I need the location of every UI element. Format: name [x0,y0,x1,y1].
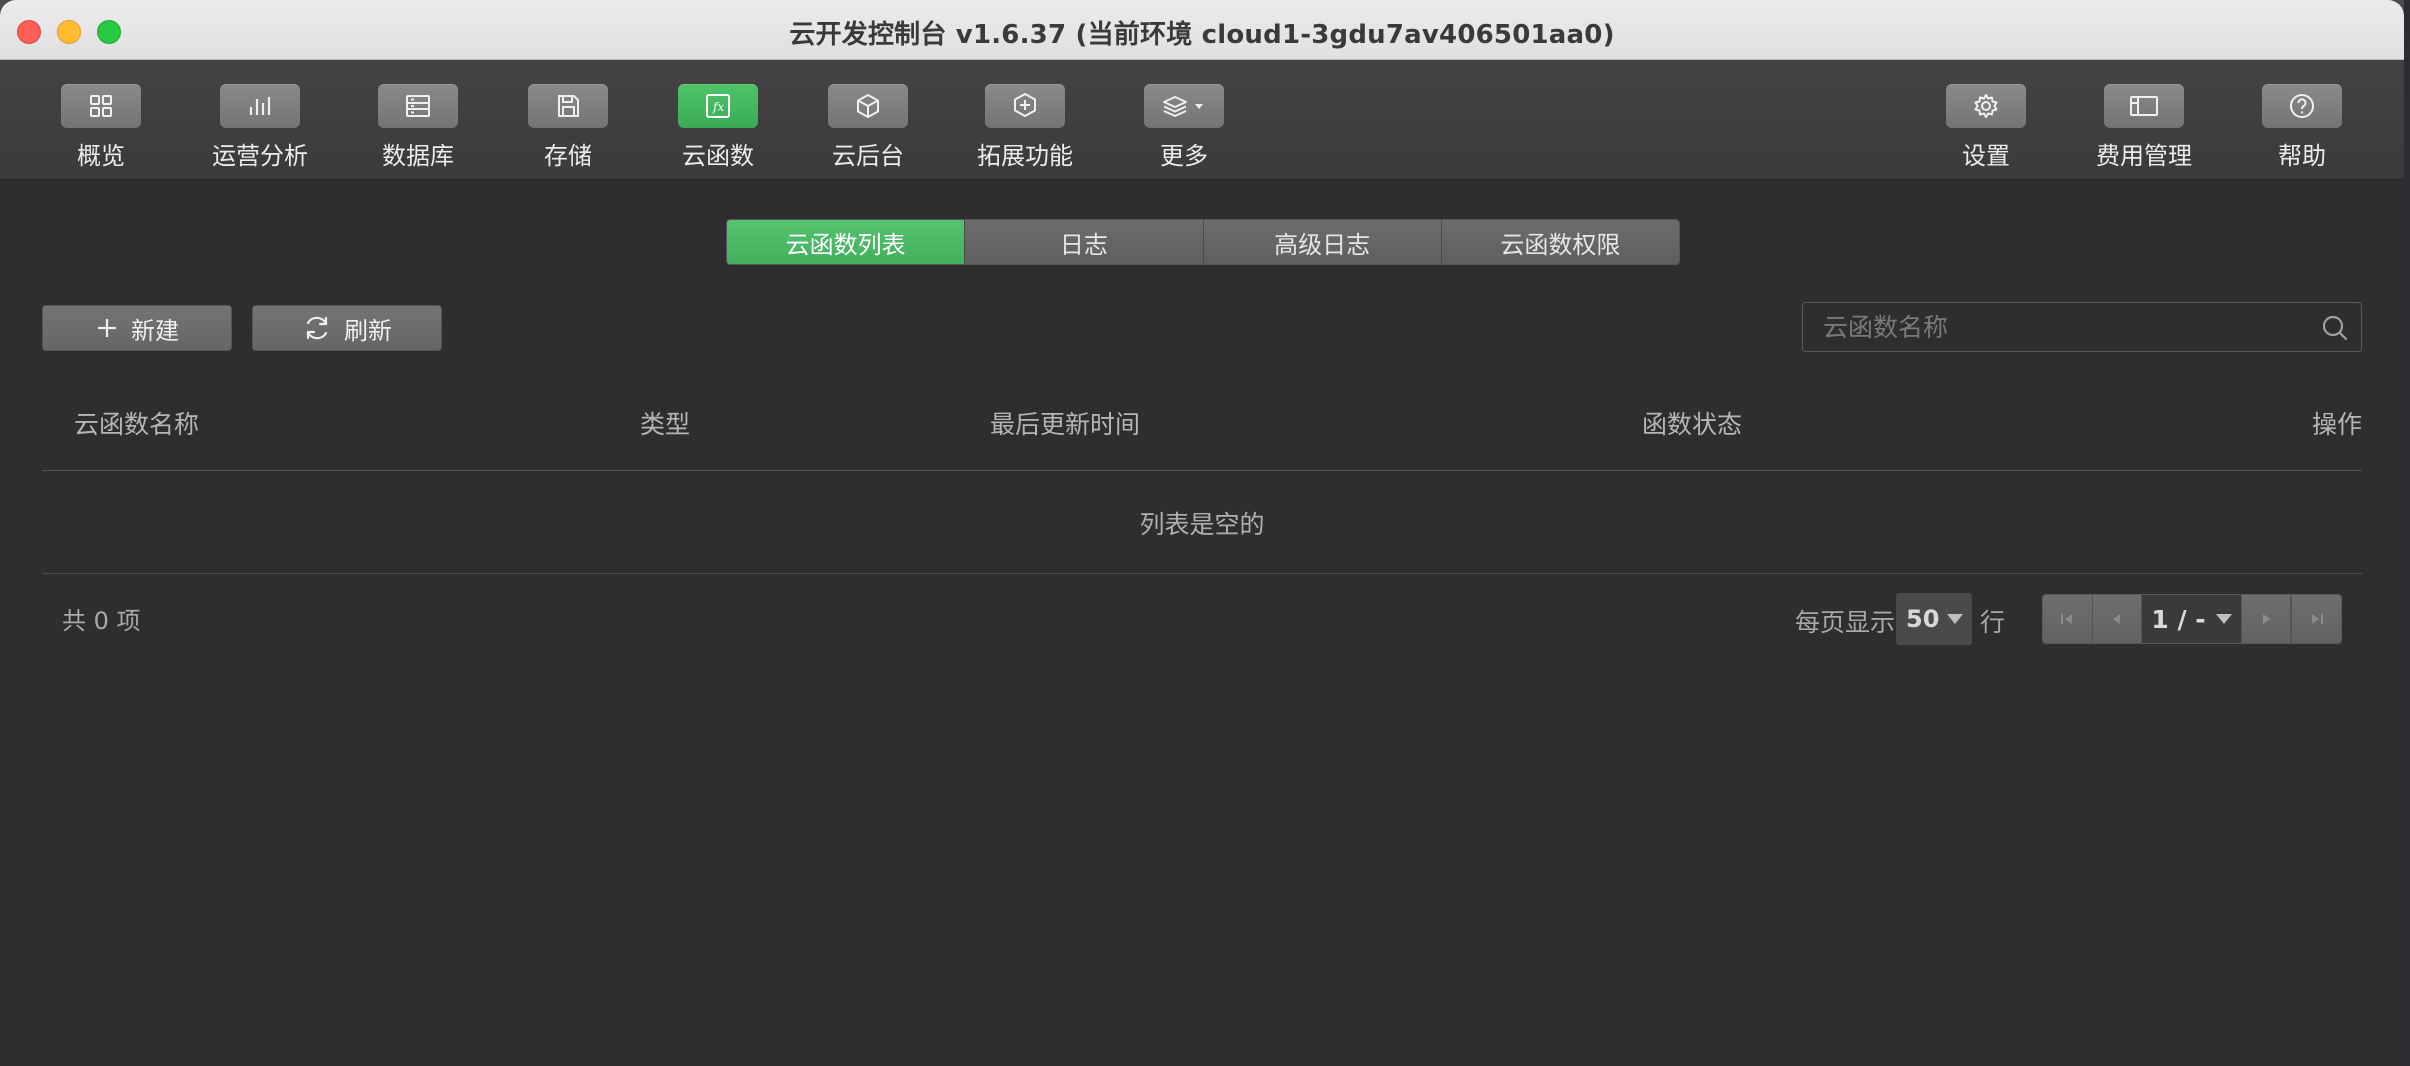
toolbar-button-cloud-backend[interactable] [828,84,908,128]
cube-icon [857,94,879,118]
empty-table-message: 列表是空的 [42,472,2362,574]
first-page-icon [2061,614,2073,624]
toolbar-label-database: 数据库 [382,142,454,170]
database-icon [406,95,430,117]
toolbar-item-cloud-backend[interactable]: 云后台 [808,84,928,174]
toolbar-button-overview[interactable] [61,84,141,128]
first-page-button[interactable] [2043,595,2093,643]
toolbar-item-help[interactable]: 帮助 [2242,84,2362,174]
page-indicator[interactable]: 1 / - [2142,595,2242,643]
column-header-name: 云函数名称 [74,410,200,439]
toolbar-item-cloud-functions[interactable]: fx 云函数 [658,84,778,174]
plus-icon [98,319,116,337]
toolbar-item-overview[interactable]: 概览 [41,84,161,174]
function-icon: fx [706,94,730,118]
save-icon [558,95,579,117]
refresh-icon [306,316,328,340]
tab-advanced-logs[interactable]: 高级日志 [1202,220,1441,264]
search-icon[interactable] [2321,314,2349,342]
main-content: 云函数列表 日志 高级日志 云函数权限 新建 刷新 云函数名称 云函数名称 类型… [0,181,2404,1066]
last-page-button[interactable] [2291,595,2341,643]
extension-icon [1014,93,1036,117]
refresh-label: 刷新 [344,316,392,345]
page-indicator-text: 1 / - [2151,604,2206,634]
refresh-button[interactable]: 刷新 [252,305,442,351]
previous-page-icon [2113,614,2120,624]
search-box [1802,302,2362,352]
toolbar-button-database[interactable] [378,84,458,128]
toolbar-button-settings[interactable] [1946,84,2026,128]
chevron-down-icon [1947,614,1963,624]
app-window: 云开发控制台 v1.6.37 (当前环境 cloud1-3gdu7av40650… [0,0,2404,1066]
chevron-down-icon [2215,614,2232,624]
tab-function-list[interactable]: 云函数列表 [727,220,965,264]
toolbar-button-analytics[interactable] [220,84,300,128]
grid-icon [90,95,112,117]
billing-icon [2130,96,2158,116]
tab-function-permissions[interactable]: 云函数权限 [1440,220,1679,264]
next-page-button[interactable] [2241,595,2292,643]
function-tabs: 云函数列表 日志 高级日志 云函数权限 [726,219,1680,265]
rows-label: 行 [1980,608,2006,637]
toolbar-label-billing: 费用管理 [2096,142,2192,170]
previous-page-button[interactable] [2092,595,2143,643]
table-header: 云函数名称 类型 最后更新时间 函数状态 操作 [42,381,2362,471]
layers-icon [1163,96,1203,117]
next-page-icon [2263,614,2270,624]
toolbar-item-storage[interactable]: 存储 [508,84,628,174]
column-header-updated-time: 最后更新时间 [990,410,1141,439]
toolbar-button-cloud-functions[interactable]: fx [678,84,758,128]
toolbar-button-extensions[interactable] [985,84,1065,128]
toolbar-label-overview: 概览 [77,142,125,170]
page-size-label: 每页显示 [1795,608,1896,637]
toolbar-item-settings[interactable]: 设置 [1926,84,2046,174]
title-bar: 云开发控制台 v1.6.37 (当前环境 cloud1-3gdu7av40650… [0,0,2404,60]
toolbar-label-more: 更多 [1160,142,1208,170]
toolbar-item-database[interactable]: 数据库 [358,84,478,174]
toolbar-button-more[interactable] [1144,84,1224,128]
page-size-select[interactable]: 50 [1896,593,1972,645]
toolbar-button-storage[interactable] [528,84,608,128]
svg-text:fx: fx [712,100,724,114]
column-header-operations: 操作 [2311,410,2362,439]
column-header-type: 类型 [640,410,691,439]
window-title: 云开发控制台 v1.6.37 (当前环境 cloud1-3gdu7av40650… [789,20,1615,50]
toolbar-button-billing[interactable] [2104,84,2184,128]
page-size-value: 50 [1906,605,1940,633]
toolbar-button-help[interactable] [2262,84,2342,128]
column-header-status: 函数状态 [1642,410,1743,439]
toolbar-label-extensions: 拓展功能 [977,142,1073,170]
toolbar-item-billing[interactable]: 费用管理 [2084,84,2204,174]
bar-chart-icon [249,97,271,115]
gear-icon [1974,94,1998,118]
toolbar-label-analytics: 运营分析 [212,142,308,170]
toolbar-label-storage: 存储 [544,142,592,170]
toolbar-item-more[interactable]: 更多 [1124,84,1244,174]
toolbar-label-cloud-functions: 云函数 [682,142,754,170]
new-function-label: 新建 [131,316,179,345]
total-count: 共 0 项 [62,607,141,635]
last-page-icon [2311,614,2323,624]
search-input[interactable] [1803,303,2303,351]
desktop-background [2404,0,2410,1066]
toolbar-item-analytics[interactable]: 运营分析 [200,84,320,174]
tab-logs[interactable]: 日志 [964,220,1203,264]
toolbar-label-settings: 设置 [1962,142,2010,170]
help-icon [2290,94,2314,118]
main-toolbar: 概览 运营分析 数据库 存储 fx 云函数 云后台 拓展功能 更多 设置 费用管… [0,60,2404,180]
toolbar-label-cloud-backend: 云后台 [832,142,904,170]
pagination: 1 / - [2042,594,2342,644]
toolbar-label-help: 帮助 [2278,142,2326,170]
new-function-button[interactable]: 新建 [42,305,232,351]
toolbar-item-extensions[interactable]: 拓展功能 [965,84,1085,174]
